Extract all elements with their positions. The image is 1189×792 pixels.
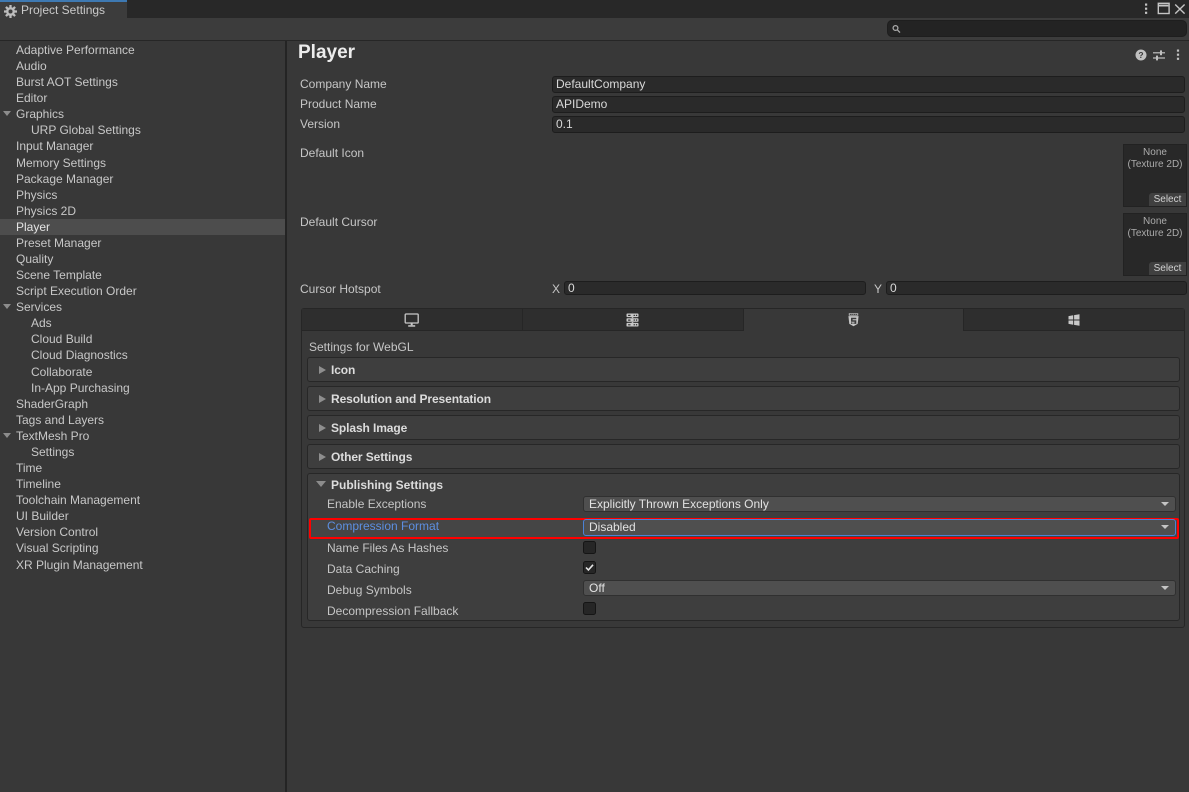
svg-text:?: ? bbox=[1138, 50, 1143, 60]
